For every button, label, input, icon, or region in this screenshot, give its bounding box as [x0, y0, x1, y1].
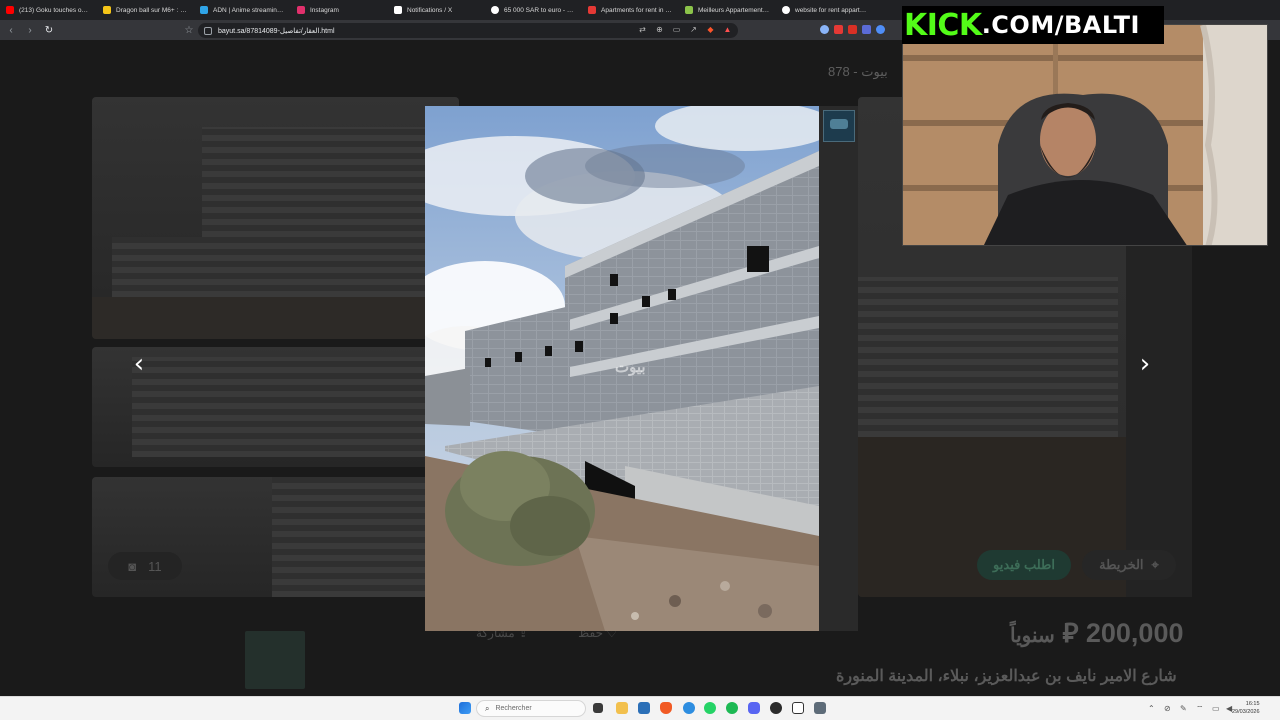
- task-view-icon[interactable]: [593, 703, 603, 713]
- lightbox-photo: بيوت: [425, 106, 819, 631]
- webcam-overlay: [902, 24, 1268, 246]
- google-favicon-icon: [782, 6, 790, 14]
- lightbox-next-button[interactable]: ›: [1133, 351, 1157, 377]
- discord-icon[interactable]: [748, 702, 760, 714]
- instagram-favicon-icon: [297, 6, 305, 14]
- extension-icon[interactable]: [862, 25, 871, 34]
- browser-tab[interactable]: (213) Goku touches oolong: [0, 0, 97, 20]
- brave-icon[interactable]: [660, 702, 672, 714]
- share-icon[interactable]: ↗: [689, 25, 698, 34]
- brave-shield-icon[interactable]: ◆: [706, 25, 715, 34]
- lightbox-thumbnail[interactable]: [823, 110, 855, 142]
- extension-icon[interactable]: [820, 25, 829, 34]
- obs-icon[interactable]: [770, 702, 782, 714]
- search-icon: ⌕: [485, 703, 490, 713]
- extension-icon[interactable]: [876, 25, 885, 34]
- webcam-feed: [903, 25, 1267, 245]
- lightbox-prev-button[interactable]: ‹: [127, 351, 151, 377]
- browser-icon[interactable]: [683, 702, 695, 714]
- browser-tab[interactable]: Notifications / X: [388, 0, 485, 20]
- youtube-favicon-icon: [6, 6, 14, 14]
- gallery-main-image[interactable]: [92, 97, 459, 339]
- browser-tab[interactable]: 65 000 SAR to euro - Reche: [485, 0, 582, 20]
- camera-icon: ◙: [128, 558, 137, 574]
- translate-icon[interactable]: ⇄: [638, 25, 647, 34]
- request-video-button[interactable]: اطلب فيديو: [977, 550, 1071, 580]
- watermark-text: بيوت: [615, 359, 646, 376]
- adn-favicon-icon: [200, 6, 208, 14]
- browser-tab[interactable]: Instagram: [291, 0, 388, 20]
- agency-logo[interactable]: [245, 631, 305, 689]
- bayut-favicon-icon: [588, 6, 596, 14]
- listing-price: 200,000 ⃁ سنوياً: [1010, 618, 1184, 648]
- chevron-up-icon[interactable]: ⌃: [1148, 704, 1157, 713]
- browser-tab[interactable]: Dragon ball sur M6+ : voir: [97, 0, 194, 20]
- extensions-area: [820, 25, 885, 34]
- kick-logo: KICK: [904, 7, 982, 43]
- url-text: bayut.sa/العقار/تفاصيل-87814089.html: [218, 27, 335, 35]
- browser-tab[interactable]: Meilleurs Appartements à l: [679, 0, 776, 20]
- kick-channel-banner: KICK .COM/BALTI: [902, 6, 1164, 44]
- browser-tab[interactable]: ADN | Anime streaming en: [194, 0, 291, 20]
- map-pin-icon: ⌖: [1151, 557, 1159, 572]
- display-icon[interactable]: ▭: [1212, 704, 1221, 713]
- brave-rewards-icon[interactable]: ▲: [723, 25, 732, 34]
- windows-taskbar: ⌕ Rechercher ⌃ ⊘ ✎ ⌔ ▭ ◀ 16:15 29/03/202…: [0, 696, 1280, 720]
- cast-icon[interactable]: ▭: [672, 25, 681, 34]
- taskbar-search[interactable]: ⌕ Rechercher: [476, 700, 586, 717]
- photo-count-badge[interactable]: ◙ 11: [108, 552, 182, 580]
- x-favicon-icon: [394, 6, 402, 14]
- map-button[interactable]: الخريطة ⌖: [1082, 550, 1176, 580]
- site-info-icon[interactable]: [204, 26, 212, 35]
- channel-handle: .COM/BALTI: [981, 11, 1140, 39]
- pen-icon[interactable]: ✎: [1180, 704, 1189, 713]
- back-button[interactable]: ‹: [3, 22, 19, 38]
- address-bar[interactable]: bayut.sa/العقار/تفاصيل-87814089.html ⇄ ⊕…: [198, 23, 738, 38]
- windows-start-icon[interactable]: [459, 702, 471, 714]
- network-icon[interactable]: ⊘: [1164, 704, 1173, 713]
- extension-icon[interactable]: [834, 25, 843, 34]
- spotify-icon[interactable]: [726, 702, 738, 714]
- bookmark-button[interactable]: ☆: [181, 22, 197, 38]
- whatsapp-icon[interactable]: [704, 702, 716, 714]
- google-favicon-icon: [491, 6, 499, 14]
- forward-button[interactable]: ›: [22, 22, 38, 38]
- wifi-icon[interactable]: ⌔: [1196, 704, 1205, 713]
- calculator-icon[interactable]: [814, 702, 826, 714]
- file-explorer-icon[interactable]: [616, 702, 628, 714]
- notion-icon[interactable]: [792, 702, 804, 714]
- reload-button[interactable]: ↻: [41, 22, 57, 38]
- browser-tab[interactable]: website for rent appartemen: [776, 0, 873, 20]
- zoom-icon[interactable]: ⊕: [655, 25, 664, 34]
- m6-favicon-icon: [103, 6, 111, 14]
- site-favicon-icon: [685, 6, 693, 14]
- clock[interactable]: 16:15 29/03/2026: [1232, 700, 1260, 716]
- browser-tab[interactable]: Apartments for rent in Saud: [582, 0, 679, 20]
- listing-address: شارع الامير نايف بن عبدالعزيز، نبلاء، ال…: [836, 668, 1177, 685]
- store-icon[interactable]: [638, 702, 650, 714]
- extension-icon[interactable]: [848, 25, 857, 34]
- listing-title: 878 - بيوت: [828, 64, 888, 79]
- riyal-icon: ⃁: [1062, 618, 1079, 648]
